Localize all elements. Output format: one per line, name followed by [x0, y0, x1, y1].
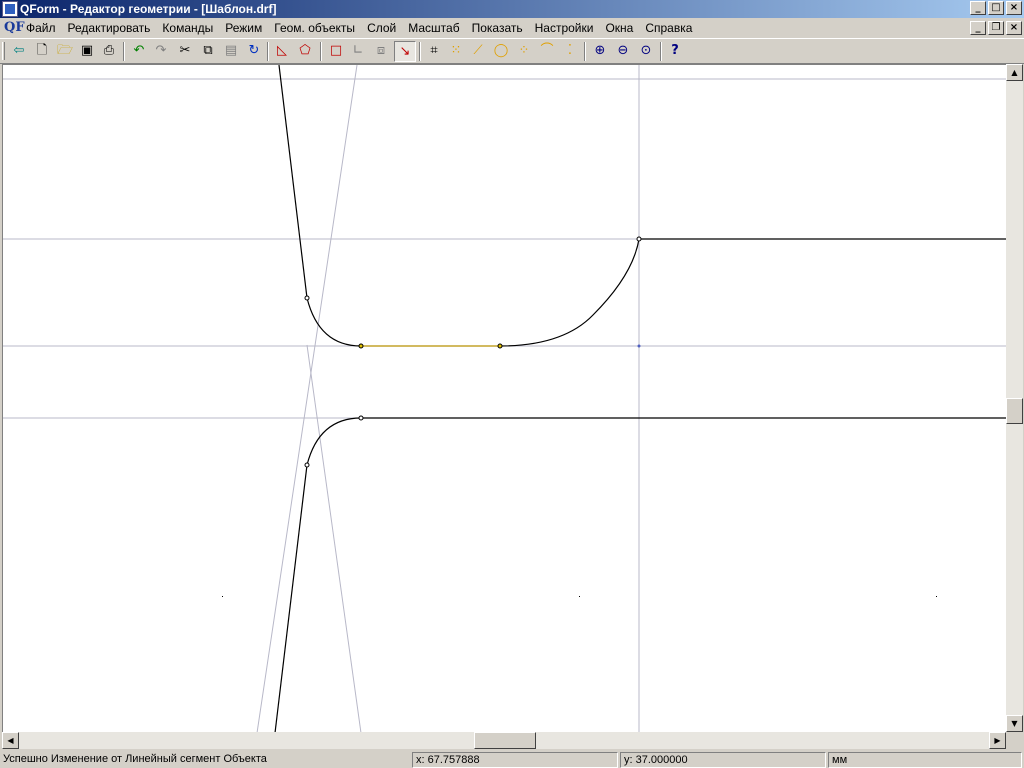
- status-bar: Успешно Изменение от Линейный сегмент Об…: [0, 750, 1024, 768]
- grid-dot: [579, 596, 580, 597]
- upper-contour[interactable]: [278, 65, 1006, 347]
- refresh-icon[interactable]: ↻: [243, 41, 265, 62]
- grid-dot: [936, 596, 937, 597]
- vertex-point[interactable]: [304, 295, 310, 301]
- toolbar: ⇦ 🗋 🗁 ▣ ⎙ ↶ ↷ ✂ ⧉ ▤ ↻ ◺ ⬠ □ ∟ ⧈ ↘ ⌗ ⁙ ⟋ …: [0, 38, 1024, 64]
- arc-icon[interactable]: ⌒: [536, 41, 558, 62]
- maximize-icon[interactable]: □: [988, 1, 1004, 15]
- menu-item-7[interactable]: Показать: [466, 21, 529, 35]
- line-icon[interactable]: ⟋: [467, 41, 489, 62]
- vertex-point[interactable]: [358, 343, 364, 349]
- menu-item-0[interactable]: Файл: [20, 21, 62, 35]
- copy-icon[interactable]: ⧉: [197, 41, 219, 62]
- menu-item-3[interactable]: Режим: [219, 21, 268, 35]
- status-x-coordinate: x: 67.757888: [412, 752, 618, 768]
- transform-icon[interactable]: ⧈: [370, 41, 392, 62]
- help-icon[interactable]: ?: [664, 41, 686, 62]
- scroll-right-icon[interactable]: ▶: [989, 732, 1006, 749]
- vertex-point[interactable]: [304, 462, 310, 468]
- undo-icon[interactable]: ↶: [128, 41, 150, 62]
- grid-intersection-point: [637, 344, 641, 348]
- angle-icon[interactable]: ∟: [347, 41, 369, 62]
- vertical-scroll-thumb[interactable]: [1006, 398, 1023, 424]
- menu-item-6[interactable]: Масштаб: [402, 21, 465, 35]
- minimize-icon[interactable]: _: [970, 1, 986, 15]
- exit-icon[interactable]: ⇦: [8, 41, 30, 62]
- vertex-point[interactable]: [497, 343, 503, 349]
- status-y-coordinate: y: 37.000000: [620, 752, 826, 768]
- size-grip[interactable]: [1006, 732, 1023, 749]
- construction-lines: [3, 65, 1006, 732]
- horizontal-scrollbar[interactable]: ◀ ▶: [2, 732, 1006, 749]
- zoom-fit-icon[interactable]: ⊙: [635, 41, 657, 62]
- vertex-point[interactable]: [636, 236, 642, 242]
- doc-close-icon[interactable]: ×: [1006, 21, 1022, 35]
- scroll-up-icon[interactable]: ▲: [1006, 64, 1023, 81]
- new-file-icon[interactable]: 🗋: [31, 41, 53, 62]
- print-icon[interactable]: ⎙: [98, 41, 120, 62]
- construction-line: [256, 65, 358, 732]
- scroll-left-icon[interactable]: ◀: [2, 732, 19, 749]
- trim-icon[interactable]: ⌗: [423, 41, 445, 62]
- grid-dot: [222, 596, 223, 597]
- menu-bar: QF Файл Редактировать Команды Режим Геом. об…: [0, 18, 1024, 38]
- grid-dots: [222, 596, 937, 597]
- vertices[interactable]: [304, 236, 642, 468]
- status-message: Успешно Изменение от Линейный сегмент Об…: [3, 753, 267, 765]
- rectangle-icon[interactable]: □: [325, 41, 347, 62]
- doc-restore-icon[interactable]: ❐: [988, 21, 1004, 35]
- cut-icon[interactable]: ✂: [174, 41, 196, 62]
- zoom-in-icon[interactable]: ⊕: [589, 41, 611, 62]
- redo-icon[interactable]: ↷: [150, 41, 172, 62]
- title-bar: QForm - Редактор геометрии - [Шаблон.drf…: [0, 0, 1024, 18]
- zoom-out-icon[interactable]: ⊖: [612, 41, 634, 62]
- menu-item-10[interactable]: Справка: [639, 21, 698, 35]
- menu-item-8[interactable]: Настройки: [529, 21, 600, 35]
- select-cursor-icon[interactable]: ↘: [394, 41, 416, 62]
- geometry-drawing[interactable]: [3, 65, 1006, 732]
- scroll-down-icon[interactable]: ▼: [1006, 715, 1023, 732]
- contour-segment[interactable]: [278, 65, 308, 299]
- vertical-scrollbar[interactable]: ▲ ▼: [1006, 64, 1023, 732]
- lower-contour[interactable]: [274, 417, 1006, 732]
- contour-arc[interactable]: [306, 297, 362, 347]
- horizontal-scroll-thumb[interactable]: [474, 732, 536, 749]
- paste-icon[interactable]: ▤: [220, 41, 242, 62]
- contour-arc[interactable]: [499, 238, 640, 347]
- toolbar-grip[interactable]: [2, 42, 5, 60]
- point-grid-icon[interactable]: ⁙: [445, 41, 467, 62]
- menu-item-4[interactable]: Геом. объекты: [268, 21, 361, 35]
- draw-outline-alt-icon[interactable]: ⬠: [294, 41, 316, 62]
- drawing-canvas[interactable]: [2, 64, 1006, 732]
- arc-points-icon[interactable]: ⁘: [513, 41, 535, 62]
- menu-item-5[interactable]: Слой: [361, 21, 402, 35]
- open-folder-icon[interactable]: 🗁: [54, 41, 76, 62]
- construction-line: [306, 344, 362, 732]
- menu-item-2[interactable]: Команды: [156, 21, 219, 35]
- status-units: мм: [828, 752, 1022, 768]
- menu-item-9[interactable]: Окна: [599, 21, 639, 35]
- vertex-point[interactable]: [358, 415, 364, 421]
- doc-minimize-icon[interactable]: _: [970, 21, 986, 35]
- close-icon[interactable]: ×: [1006, 1, 1022, 15]
- qform-app-icon[interactable]: [2, 1, 18, 17]
- contour-arc[interactable]: [306, 417, 362, 466]
- circle-icon[interactable]: ◯: [490, 41, 512, 62]
- window-title: QForm - Редактор геометрии - [Шаблон.drf…: [20, 2, 277, 16]
- menu-item-1[interactable]: Редактировать: [62, 21, 157, 35]
- draw-outline-icon[interactable]: ◺: [271, 41, 293, 62]
- point-set-icon[interactable]: ⁚: [559, 41, 581, 62]
- save-icon[interactable]: ▣: [76, 41, 98, 62]
